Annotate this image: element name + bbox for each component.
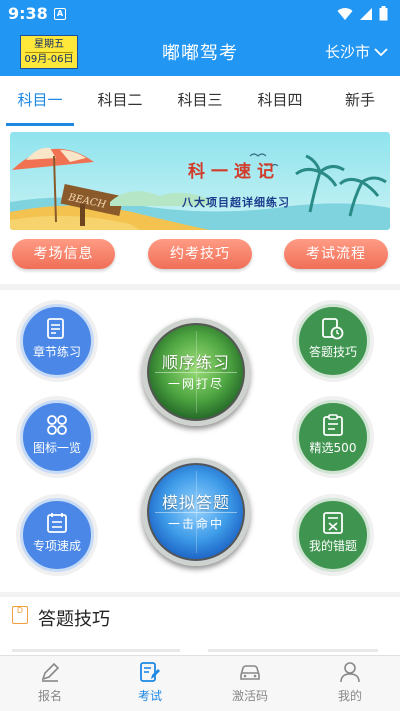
mock-exam-title: 模拟答题: [161, 493, 230, 512]
nav-exam[interactable]: 考试: [100, 656, 200, 711]
topic-drill-button[interactable]: 专项速成: [20, 498, 94, 572]
pen-edit-icon: [41, 662, 60, 682]
clover-icon: [47, 415, 67, 435]
my-mistakes-label: 我的错题: [308, 539, 357, 553]
banner-title: 科一速记: [188, 162, 280, 182]
selected-500-label: 精选500: [309, 441, 357, 455]
booking-tips-button[interactable]: 约考技巧: [148, 239, 252, 269]
exam-site-info-button[interactable]: 考场信息: [12, 239, 115, 269]
city-selector[interactable]: 长沙市: [325, 41, 388, 62]
error-document-icon: [323, 512, 343, 534]
notification-a-icon: A: [54, 8, 66, 20]
banner-subtitle: 八大项目超详细练习: [182, 196, 290, 209]
app-bar: 星期五 09月-06日 嘟嘟驾考 长沙市: [0, 28, 400, 76]
user-icon: [340, 662, 360, 683]
my-mistakes-button[interactable]: 我的错题: [296, 498, 370, 572]
city-label: 长沙市: [324, 43, 370, 61]
chapter-practice-button[interactable]: 章节练习: [20, 304, 94, 378]
chapter-practice-icon: [47, 318, 64, 339]
sequential-practice-title: 顺序练习: [161, 353, 230, 372]
tab-subject-1[interactable]: 科目一: [0, 76, 80, 126]
chapter-practice-label: 章节练习: [32, 345, 81, 359]
nav-profile-label: 我的: [337, 689, 362, 703]
battery-icon: [379, 6, 388, 21]
topic-drill-label: 专项速成: [32, 539, 81, 553]
mock-exam-button[interactable]: 模拟答题 一击命中: [142, 458, 250, 566]
tab-subject-4[interactable]: 科目四: [240, 76, 320, 126]
calendar-list-icon: [47, 513, 67, 533]
clipboard-icon: [323, 414, 343, 436]
tips-document-icon: D: [12, 606, 28, 624]
nav-exam-label: 考试: [137, 689, 162, 703]
sequential-practice-button[interactable]: 顺序练习 一网打尽: [142, 318, 250, 426]
subject-tabs: 科目一 科目二 科目三 科目四 新手: [0, 76, 400, 126]
mock-exam-subtitle: 一击命中: [167, 517, 224, 531]
bottom-nav: 报名 考试 激活码 我的: [0, 655, 400, 711]
nav-signup-label: 报名: [37, 689, 62, 703]
chevron-down-icon: [374, 47, 388, 56]
exam-process-button[interactable]: 考试流程: [284, 239, 388, 269]
sequential-practice-subtitle: 一网打尽: [167, 377, 224, 391]
tab-subject-3[interactable]: 科目三: [160, 76, 240, 126]
selected-500-button[interactable]: 精选500: [296, 400, 370, 474]
nav-activation-code[interactable]: 激活码: [200, 656, 300, 711]
answer-tips-label: 答题技巧: [308, 345, 357, 359]
clock-document-icon: [322, 318, 344, 340]
icon-overview-button[interactable]: 图标一览: [20, 400, 94, 474]
signal-icon: [360, 7, 372, 20]
tips-card-edge: [12, 649, 180, 652]
status-bar: 9:38 A: [0, 0, 400, 28]
wifi-icon: [337, 7, 353, 20]
tab-beginner[interactable]: 新手: [320, 76, 400, 126]
car-icon: [240, 665, 260, 680]
tab-subject-2[interactable]: 科目二: [80, 76, 160, 126]
nav-signup[interactable]: 报名: [0, 656, 100, 711]
tips-section: D 答题技巧: [0, 597, 400, 655]
icon-overview-label: 图标一览: [32, 441, 81, 455]
status-time: 9:38: [8, 4, 48, 23]
promo-banner[interactable]: BEACH 科一速记 八大项目超详细练习: [10, 132, 390, 230]
tips-section-title: 答题技巧: [38, 609, 110, 630]
exam-paper-icon: [140, 662, 160, 682]
nav-activation-code-label: 激活码: [231, 689, 268, 703]
banner-section: BEACH 科一速记 八大项目超详细练习 考场信息 约考技巧 考试流程: [0, 126, 400, 284]
answer-tips-button[interactable]: 答题技巧: [296, 304, 370, 378]
tips-card-edge: [208, 649, 378, 652]
feature-grid: 章节练习 图标一览 专项速成 答题技巧 精选500 我的错题 顺序练习 一网打尽…: [0, 290, 400, 592]
nav-profile[interactable]: 我的: [300, 656, 400, 711]
